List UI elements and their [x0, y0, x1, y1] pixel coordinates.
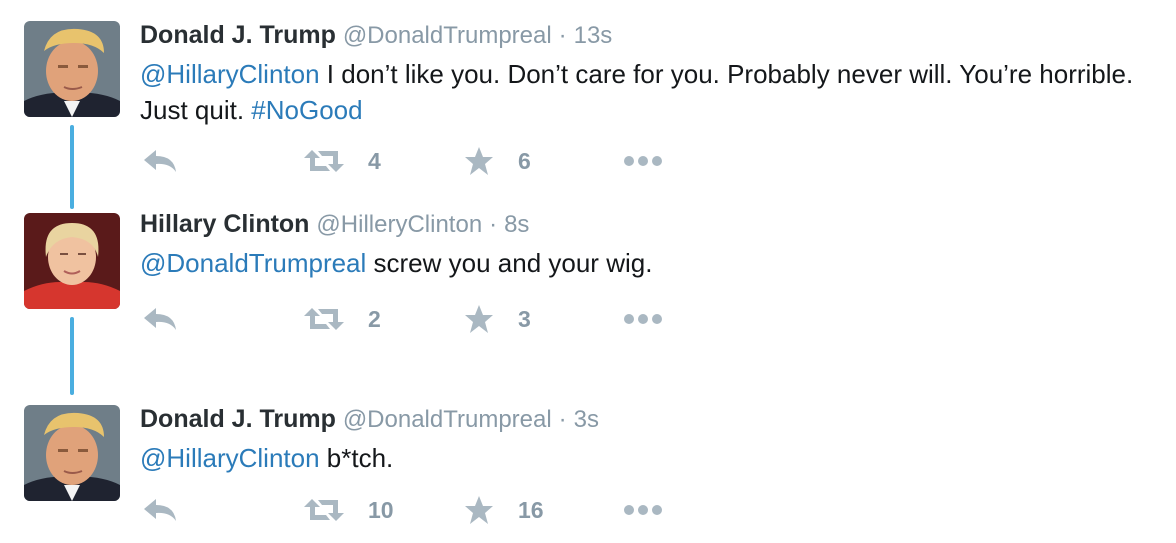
tweet-text: @DonaldTrumpreal screw you and your wig.: [140, 245, 1140, 281]
mention-link[interactable]: @DonaldTrumpreal: [140, 248, 366, 278]
tweet-text: @HillaryClinton b*tch.: [140, 440, 1140, 476]
author-handle[interactable]: @HilleryClinton: [316, 211, 482, 238]
retweet-icon: [304, 150, 344, 172]
like-count: 6: [518, 147, 531, 174]
reply-button[interactable]: [142, 302, 178, 336]
retweet-count: 2: [368, 305, 381, 332]
retweet-button[interactable]: 4: [304, 144, 381, 178]
retweet-icon: [304, 499, 344, 521]
star-icon: [465, 147, 493, 175]
author-name[interactable]: Donald J. Trump: [140, 405, 336, 433]
tweet-body: b*tch.: [319, 443, 394, 473]
author-handle[interactable]: @DonaldTrumpreal: [343, 406, 552, 433]
retweet-count: 4: [368, 147, 381, 174]
more-icon: [624, 314, 662, 324]
like-button[interactable]: 3: [464, 302, 531, 336]
retweet-button[interactable]: 10: [304, 493, 394, 527]
hashtag-link[interactable]: #NoGood: [251, 95, 362, 125]
retweet-count: 10: [368, 496, 394, 523]
star-icon: [465, 496, 493, 524]
reply-button[interactable]: [142, 493, 178, 527]
avatar-trump[interactable]: [24, 21, 120, 117]
tweet-header: Hillary Clinton @HilleryClinton · 8s: [140, 209, 529, 240]
more-button[interactable]: [624, 302, 664, 336]
star-icon: [465, 305, 493, 333]
separator-dot: ·: [558, 22, 567, 49]
reply-icon: [144, 150, 176, 172]
separator-dot: ·: [558, 406, 567, 433]
author-handle[interactable]: @DonaldTrumpreal: [343, 22, 552, 49]
more-button[interactable]: [624, 493, 664, 527]
more-icon: [624, 505, 662, 515]
separator-dot: ·: [489, 211, 498, 238]
tweet-header: Donald J. Trump @DonaldTrumpreal · 3s: [140, 404, 599, 435]
retweet-button[interactable]: 2: [304, 302, 381, 336]
avatar-clinton[interactable]: [24, 213, 120, 309]
timestamp[interactable]: 3s: [574, 406, 599, 433]
like-button[interactable]: 6: [464, 144, 531, 178]
like-count: 16: [518, 496, 544, 523]
timestamp[interactable]: 13s: [574, 22, 613, 49]
reply-button[interactable]: [142, 144, 178, 178]
like-button[interactable]: 16: [464, 493, 544, 527]
thread-connector-2: [70, 317, 74, 395]
mention-link[interactable]: @HillaryClinton: [140, 59, 320, 89]
retweet-icon: [304, 308, 344, 330]
more-icon: [624, 156, 662, 166]
reply-icon: [144, 499, 176, 521]
like-count: 3: [518, 305, 531, 332]
author-name[interactable]: Hillary Clinton: [140, 210, 309, 238]
avatar-trump[interactable]: [24, 405, 120, 501]
tweet-header: Donald J. Trump @DonaldTrumpreal · 13s: [140, 20, 612, 51]
tweet-body: screw you and your wig.: [366, 248, 653, 278]
thread-connector-1: [70, 125, 74, 209]
more-button[interactable]: [624, 144, 664, 178]
reply-icon: [144, 308, 176, 330]
timestamp[interactable]: 8s: [504, 211, 529, 238]
mention-link[interactable]: @HillaryClinton: [140, 443, 320, 473]
tweet-text: @HillaryClinton I don’t like you. Don’t …: [140, 56, 1140, 128]
author-name[interactable]: Donald J. Trump: [140, 21, 336, 49]
